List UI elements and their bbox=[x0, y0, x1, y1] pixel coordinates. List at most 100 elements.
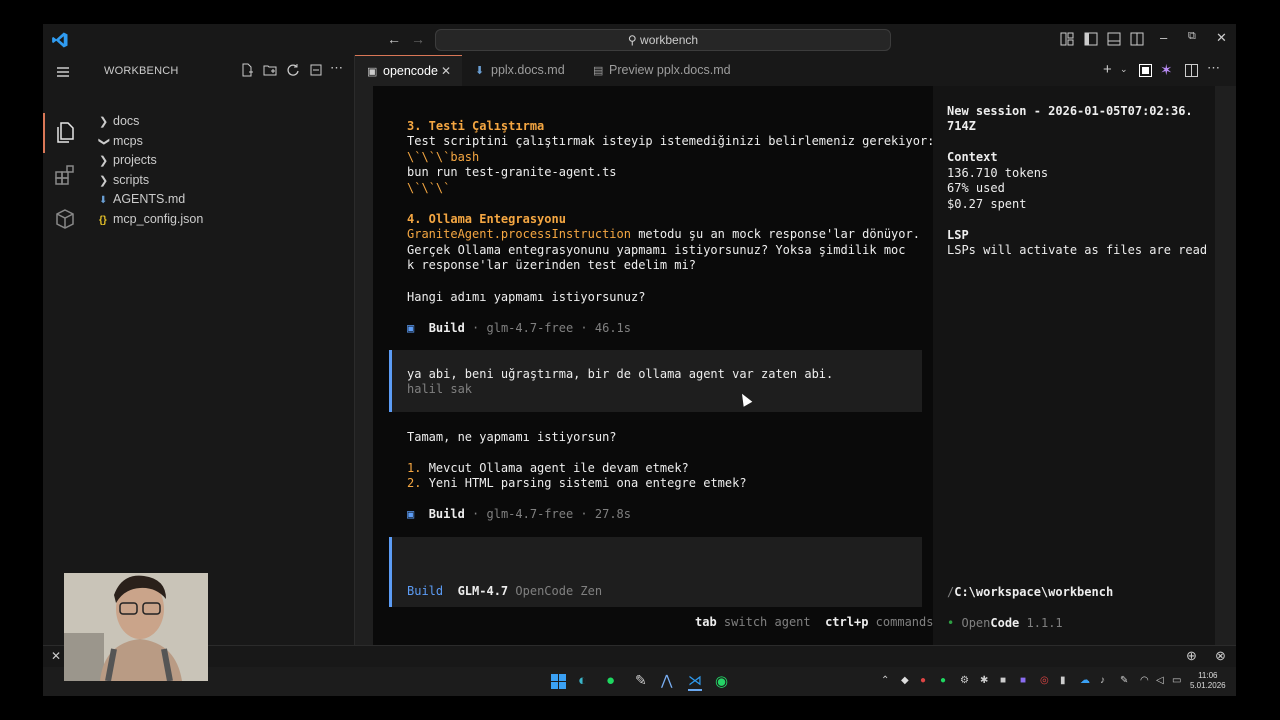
session-title-line2: 714Z bbox=[947, 119, 976, 133]
containers-icon[interactable] bbox=[53, 207, 77, 231]
vscode-taskbar-icon[interactable]: ⋊ bbox=[688, 672, 702, 691]
chevron-down-icon[interactable]: ⌄ bbox=[1120, 64, 1128, 75]
code-command: bun run test-granite-agent.ts bbox=[407, 165, 617, 179]
toggle-primary-sidebar-icon[interactable] bbox=[1084, 32, 1098, 46]
refresh-icon[interactable] bbox=[286, 63, 300, 77]
new-terminal-icon[interactable]: + bbox=[1103, 61, 1112, 78]
lsp-label: LSP bbox=[947, 228, 969, 242]
tree-item-projects[interactable]: ❯ projects bbox=[99, 150, 157, 170]
search-icon: ⚲ bbox=[627, 33, 641, 47]
tree-item-mcps[interactable]: ❯ mcps bbox=[98, 131, 143, 151]
whatsapp-icon[interactable]: ◉ bbox=[715, 672, 728, 690]
battery-icon[interactable]: ▭ bbox=[1172, 675, 1181, 686]
build-square-icon: ▣ bbox=[407, 507, 415, 521]
question-text: Hangi adımı yapmamı istiyorsunuz? bbox=[407, 290, 646, 304]
windows-start-icon[interactable] bbox=[551, 674, 566, 689]
user-name: halil sak bbox=[407, 382, 473, 396]
forward-arrow-icon[interactable]: → bbox=[411, 31, 425, 47]
prompt-input[interactable]: Build GLM-4.7 OpenCode Zen bbox=[389, 537, 922, 607]
session-title-line1: New session - 2026-01-05T07:02:36. bbox=[947, 104, 1193, 118]
tray-app-icon[interactable]: ● bbox=[920, 675, 926, 686]
step4-line2: Gerçek Ollama entegrasyonunu yapmamı ist… bbox=[407, 243, 906, 257]
session-sidebar: New session - 2026-01-05T07:02:36. 714Z … bbox=[933, 86, 1215, 645]
tray-chevron-up-icon[interactable]: ⌃ bbox=[881, 675, 889, 686]
webcam-overlay bbox=[64, 573, 208, 681]
terminal-icon: ▣ bbox=[367, 66, 378, 78]
volume-icon[interactable]: ◁ bbox=[1156, 675, 1164, 686]
chevron-right-icon: ❯ bbox=[99, 155, 109, 167]
tray-app-icon[interactable]: ◆ bbox=[901, 675, 909, 686]
tray-app-icon[interactable]: ✱ bbox=[980, 675, 988, 686]
editor-area: 3. Testi Çalıştırma Test scriptini çalış… bbox=[355, 86, 1236, 645]
lsp-text: LSPs will activate as files are read bbox=[947, 243, 1208, 257]
minimize-icon[interactable]: – bbox=[1160, 30, 1167, 45]
markdown-file-icon: ⬇ bbox=[475, 65, 485, 77]
more-actions-icon[interactable]: ⋯ bbox=[330, 60, 344, 75]
close-window-icon[interactable]: ✕ bbox=[1216, 30, 1227, 46]
edge-browser-icon[interactable]: ◐ bbox=[578, 672, 587, 689]
tab-opencode[interactable]: ▣ opencode ✕ bbox=[355, 55, 462, 87]
collapse-all-icon[interactable] bbox=[309, 63, 323, 77]
tree-item-docs[interactable]: ❯ docs bbox=[99, 111, 139, 131]
tray-pen-icon[interactable]: ✎ bbox=[1120, 675, 1128, 686]
tray-usb-icon[interactable]: ▮ bbox=[1060, 675, 1066, 686]
command-center-search[interactable]: ⚲ workbench bbox=[435, 29, 891, 51]
editor-tab-bar: ▣ opencode ✕ ⬇ pplx.docs.md ▤ Preview pplx.… bbox=[355, 55, 1236, 87]
tray-onedrive-icon[interactable]: ☁ bbox=[1080, 675, 1090, 686]
tray-app-icon[interactable]: ■ bbox=[1020, 675, 1026, 686]
copilot-icon[interactable]: ✶ bbox=[1160, 61, 1173, 79]
zoom-icon[interactable]: ⊕ bbox=[1186, 648, 1197, 664]
tab-preview-pplx-docs[interactable]: ▤ Preview pplx.docs.md bbox=[581, 55, 731, 86]
context-used: 67% used bbox=[947, 181, 1005, 195]
title-bar: ← → ⚲ workbench – ⧉ ✕ bbox=[43, 24, 1236, 55]
tray-spotify-icon[interactable]: ● bbox=[940, 675, 946, 686]
wifi-icon[interactable]: ◠ bbox=[1140, 675, 1149, 686]
tree-item-agents-md[interactable]: ⬇ AGENTS.md bbox=[99, 189, 185, 209]
extensions-icon[interactable] bbox=[53, 163, 77, 187]
restore-icon[interactable]: ⧉ bbox=[1188, 30, 1196, 43]
opencode-terminal[interactable]: 3. Testi Çalıştırma Test scriptini çalış… bbox=[373, 86, 1215, 645]
code-fence-open: \`\`\`bash bbox=[407, 150, 480, 164]
toggle-secondary-sidebar-icon[interactable] bbox=[1130, 32, 1144, 46]
tray-app-icon[interactable]: ■ bbox=[1000, 675, 1006, 686]
spotify-icon[interactable]: ● bbox=[606, 672, 615, 689]
user-message-text: ya abi, beni uğraştırma, bir de ollama a… bbox=[407, 367, 834, 381]
tab-pplx-docs[interactable]: ⬇ pplx.docs.md bbox=[463, 55, 565, 86]
keyboard-hints: tab switch agent ctrl+p commands bbox=[695, 615, 934, 629]
new-folder-icon[interactable] bbox=[263, 63, 277, 77]
windows-taskbar: ◐ ● ✎ ⋀ ⋊ ◉ ⌃ ◆ ● ● ⚙ ✱ ■ ■ ◎ ▮ ☁ ♪ ✎ ◠ … bbox=[43, 667, 1236, 696]
webcam-person-image bbox=[64, 573, 208, 681]
toggle-panel-icon[interactable] bbox=[1107, 32, 1121, 46]
new-file-icon[interactable] bbox=[240, 63, 254, 77]
activity-bar bbox=[43, 55, 87, 645]
code-fence-close: \`\`\` bbox=[407, 181, 451, 195]
vscode-window: ← → ⚲ workbench – ⧉ ✕ WORKBENCH ⋯ ❯docs bbox=[43, 24, 1236, 696]
tree-item-mcp-config[interactable]: {} mcp_config.json bbox=[99, 209, 203, 229]
step3-text: Test scriptini çalıştırmak isteyip istem… bbox=[407, 134, 935, 148]
status-dot-icon: • bbox=[947, 616, 955, 630]
notepad-icon[interactable]: ✎ bbox=[635, 672, 647, 689]
tray-app-icon[interactable]: ◎ bbox=[1040, 675, 1049, 686]
tray-mic-icon[interactable]: ♪ bbox=[1100, 675, 1105, 686]
tree-item-scripts[interactable]: ❯ scripts bbox=[99, 170, 149, 190]
explorer-icon[interactable] bbox=[53, 120, 77, 144]
app-icon[interactable]: ⋀ bbox=[661, 672, 672, 689]
split-editor-icon[interactable] bbox=[1185, 64, 1198, 77]
more-actions-icon[interactable]: ⋯ bbox=[1207, 60, 1220, 76]
markdown-file-icon: ⬇ bbox=[99, 195, 108, 206]
context-spent: $0.27 spent bbox=[947, 197, 1027, 211]
opencode-icon[interactable] bbox=[1139, 64, 1152, 77]
close-tab-icon[interactable]: ✕ bbox=[441, 56, 451, 87]
menu-icon[interactable] bbox=[53, 62, 73, 82]
chevron-right-icon: ❯ bbox=[99, 175, 109, 187]
remote-icon[interactable]: ✕ bbox=[51, 649, 61, 663]
status-bar: ✕ ⊕ ⊗ bbox=[43, 645, 1236, 668]
json-file-icon: {} bbox=[99, 215, 107, 226]
assistant-reply: Tamam, ne yapmamı istiyorsun? bbox=[407, 430, 617, 444]
customize-layout-icon[interactable] bbox=[1060, 32, 1074, 46]
back-arrow-icon[interactable]: ← bbox=[387, 31, 401, 47]
explorer-sidebar: WORKBENCH ⋯ ❯ docs ❯ mcps ❯ projects ❯ scrip… bbox=[87, 55, 355, 645]
system-clock[interactable]: 11:06 5.01.2026 bbox=[1190, 671, 1226, 691]
tray-steam-icon[interactable]: ⚙ bbox=[960, 675, 969, 686]
notifications-off-icon[interactable]: ⊗ bbox=[1215, 648, 1226, 664]
